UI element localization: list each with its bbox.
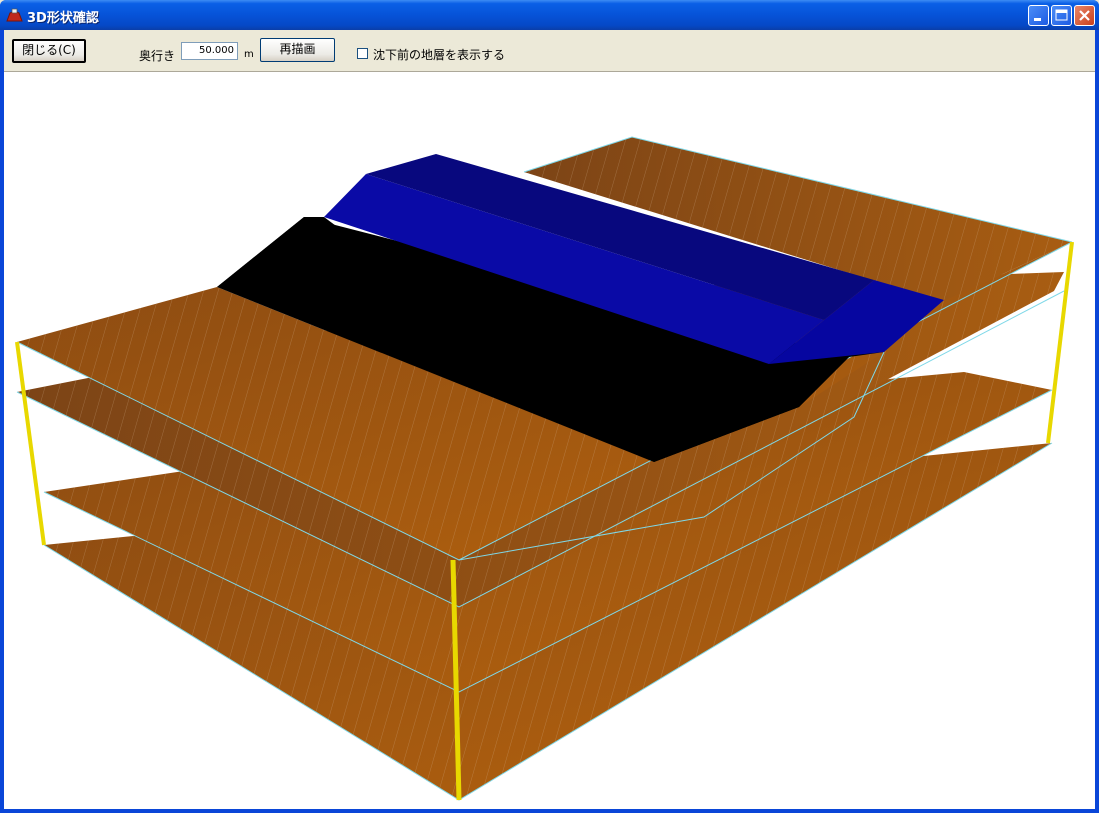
- minimize-icon: [1034, 18, 1041, 21]
- maximize-icon: [1055, 9, 1068, 21]
- terrain-3d-view[interactable]: [4, 72, 1095, 810]
- depth-label: 奥行き: [139, 49, 176, 63]
- depth-unit-label: m: [244, 49, 254, 60]
- minimize-button[interactable]: [1028, 5, 1049, 26]
- maximize-button[interactable]: [1051, 5, 1072, 26]
- show-pre-settlement-checkbox[interactable]: [357, 48, 368, 59]
- app-window: 3D形状確認 閉じる(C) 奥行き 50.000 m 再描画 沈下前の地層を表示…: [0, 0, 1099, 813]
- title-bar[interactable]: 3D形状確認: [0, 0, 1099, 30]
- client-area: 閉じる(C) 奥行き 50.000 m 再描画 沈下前の地層を表示する: [4, 30, 1095, 809]
- toolbar: 閉じる(C) 奥行き 50.000 m 再描画 沈下前の地層を表示する: [4, 30, 1095, 70]
- redraw-button[interactable]: 再描画: [260, 38, 335, 62]
- show-pre-settlement-label: 沈下前の地層を表示する: [373, 48, 506, 62]
- terrain-app-icon: [6, 8, 23, 22]
- close-window-button[interactable]: [1074, 5, 1095, 26]
- close-button[interactable]: 閉じる(C): [12, 39, 86, 63]
- window-title: 3D形状確認: [27, 11, 99, 26]
- close-icon: [1079, 10, 1090, 21]
- 3d-viewport[interactable]: [4, 71, 1095, 809]
- corner-post-left: [15, 341, 46, 546]
- depth-input[interactable]: 50.000: [181, 42, 238, 60]
